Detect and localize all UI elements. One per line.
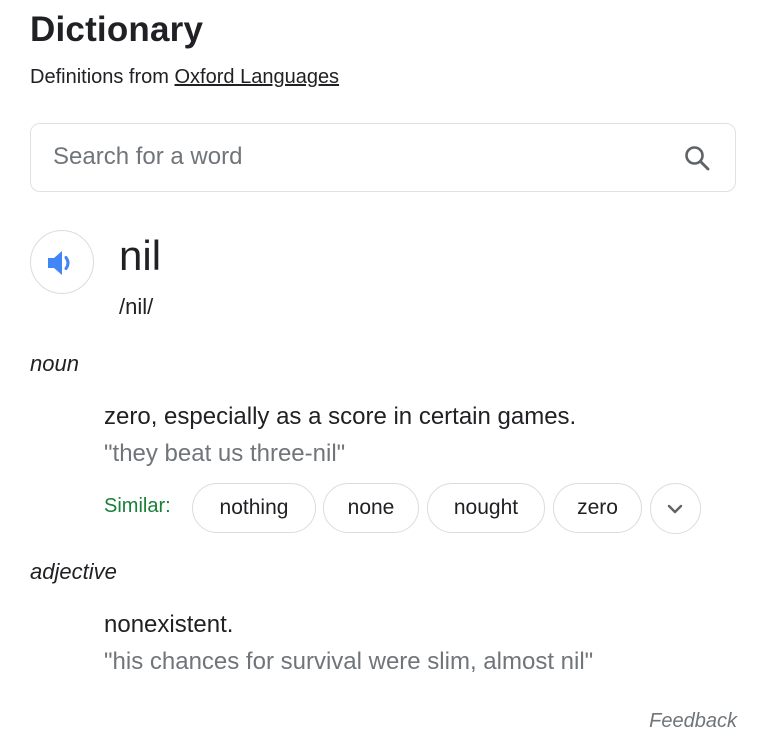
search-button[interactable]: [683, 144, 711, 172]
similar-chip-nought[interactable]: nought: [427, 483, 545, 533]
phonetic-spelling: /nil/: [119, 294, 154, 319]
pronunciation-audio-button[interactable]: [30, 230, 94, 294]
similar-chip-zero[interactable]: zero: [553, 483, 642, 533]
example-sentence: "they beat us three-nil": [104, 440, 346, 467]
expand-similar-button[interactable]: [650, 483, 701, 534]
feedback-link[interactable]: Feedback: [649, 710, 737, 733]
speaker-icon: [48, 251, 70, 275]
headword: nil: [119, 232, 162, 279]
oxford-languages-link[interactable]: Oxford Languages: [175, 66, 340, 88]
source-attribution: Definitions from Oxford Languages: [30, 66, 339, 89]
page-title: Dictionary: [30, 10, 204, 49]
example-sentence: "his chances for survival were slim, alm…: [104, 648, 594, 675]
definition-text: nonexistent.: [104, 611, 234, 638]
similar-chip-nothing[interactable]: nothing: [192, 483, 316, 533]
similar-chip-none[interactable]: none: [323, 483, 419, 533]
search-icon: [685, 146, 710, 171]
source-prefix: Definitions from: [30, 66, 169, 88]
part-of-speech-adjective: adjective: [30, 559, 117, 584]
search-input[interactable]: [53, 124, 653, 190]
similar-label: Similar:: [104, 495, 171, 517]
chevron-down-icon: [667, 504, 683, 514]
part-of-speech-noun: noun: [30, 351, 79, 376]
search-box: [30, 123, 736, 192]
definition-text: zero, especially as a score in certain g…: [104, 403, 577, 430]
